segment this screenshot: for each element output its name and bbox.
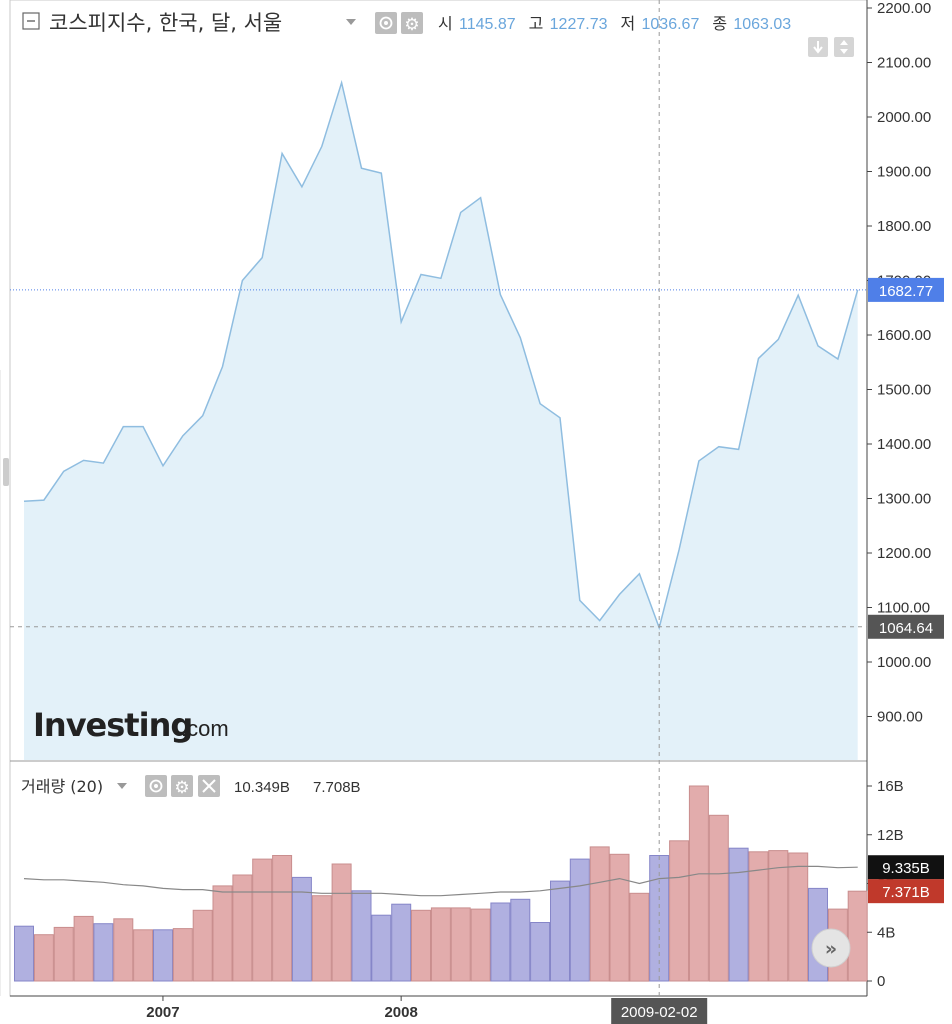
- volume-gear-icon-glyph: ⚙: [174, 778, 189, 798]
- volume-bar: [470, 908, 491, 982]
- left-panel-handle[interactable]: [3, 458, 9, 486]
- volume-bar: [331, 863, 352, 982]
- volume-bar: [93, 923, 114, 982]
- volume-bar: [728, 847, 749, 982]
- volume-bar: [609, 853, 630, 982]
- volume-bar: [490, 902, 511, 982]
- price-tick-label: 1100.00: [877, 600, 930, 617]
- volume-bar: [430, 907, 451, 982]
- price-tick-label: 1500.00: [877, 382, 931, 399]
- price-title[interactable]: 코스피지수, 한국, 달, 서울: [49, 11, 282, 35]
- volume-bar: [351, 890, 372, 982]
- gear-icon-glyph: ⚙: [404, 15, 419, 35]
- price-tick-label: 1200.00: [877, 545, 931, 562]
- volume-ma-tag: 9.335B: [882, 860, 930, 877]
- price-tick-label: 1900.00: [877, 164, 931, 181]
- volume-last-tag: 7.371B: [882, 884, 930, 901]
- price-tick-label: 1000.00: [877, 654, 931, 671]
- eye-icon-pupil: [384, 21, 388, 25]
- price-tick-label: 2100.00: [877, 55, 931, 72]
- ohlc-value: 1145.87: [459, 16, 516, 33]
- volume-bar: [73, 915, 94, 982]
- volume-bar: [569, 858, 590, 982]
- ohlc-value: 1036.67: [642, 16, 700, 33]
- scroll-to-latest-button[interactable]: »: [811, 928, 851, 968]
- volume-bar: [629, 892, 650, 982]
- volume-bar: [371, 914, 392, 982]
- ohlc-label: 저: [621, 14, 636, 33]
- volume-tick-label: 16B: [877, 778, 904, 795]
- time-tick-label: 2008: [384, 1004, 417, 1021]
- volume-eye-icon-pupil: [154, 784, 158, 788]
- volume-bar: [688, 785, 709, 982]
- ohlc-label: 시: [438, 14, 453, 33]
- volume-bar: [232, 874, 253, 982]
- price-tick-label: 1600.00: [877, 327, 931, 344]
- volume-tick-label: 12B: [877, 827, 904, 844]
- volume-value-1: 10.349B: [234, 779, 290, 796]
- volume-bar: [768, 850, 789, 982]
- ohlc-label: 종: [712, 14, 727, 33]
- volume-bar: [411, 909, 431, 982]
- volume-tick-label: 4B: [877, 924, 895, 941]
- price-tick-label: 1400.00: [877, 436, 931, 453]
- volume-bar: [708, 814, 729, 982]
- volume-bar: [311, 895, 332, 982]
- volume-bar: [212, 885, 233, 982]
- volume-bar: [133, 929, 154, 982]
- ohlc-value: 1227.73: [550, 16, 608, 33]
- volume-bar: [53, 926, 74, 982]
- ohlc-value: 1063.03: [733, 16, 791, 33]
- volume-bar: [530, 922, 551, 982]
- double-chevron-right-icon[interactable]: »: [825, 938, 837, 960]
- time-tick-label: 2007: [146, 1004, 179, 1021]
- volume-bar: [33, 934, 54, 982]
- volume-bar: [450, 907, 471, 982]
- volume-bar: [669, 840, 690, 982]
- logo-brand: Investing: [33, 706, 192, 744]
- logo-suffix: .com: [181, 716, 229, 741]
- volume-bar: [391, 903, 412, 982]
- price-tick-label: 1800.00: [877, 218, 931, 235]
- last-price-tag: 1682.77: [879, 283, 933, 300]
- volume-bar: [847, 890, 868, 982]
- volume-bar: [510, 898, 531, 982]
- crosshair-date-label: 2009-02-02: [621, 1004, 698, 1021]
- chart-canvas[interactable]: 900.00 1000.00 1100.00 1200.00 1300.00 1400.0…: [0, 0, 952, 1024]
- volume-bar: [172, 928, 193, 982]
- volume-bar: [153, 929, 173, 982]
- volume-bar: [272, 855, 293, 982]
- price-tick-label: 2200.00: [877, 0, 931, 17]
- volume-bar: [14, 925, 34, 982]
- price-tick-label: 900.00: [877, 709, 923, 726]
- volume-bar: [788, 852, 809, 982]
- volume-title[interactable]: 거래량 (20): [21, 777, 103, 796]
- price-tick-label: 1300.00: [877, 491, 931, 508]
- crosshair-price-tag: 1064.64: [879, 620, 933, 637]
- volume-bar: [252, 858, 273, 982]
- volume-bar: [192, 909, 213, 982]
- volume-tick-label: 0: [877, 973, 885, 990]
- volume-bar: [550, 880, 570, 982]
- volume-bar: [113, 918, 134, 982]
- ohlc-label: 고: [529, 14, 544, 33]
- volume-bar: [589, 846, 610, 982]
- price-tick-label: 2000.00: [877, 109, 931, 126]
- volume-value-2: 7.708B: [313, 779, 361, 796]
